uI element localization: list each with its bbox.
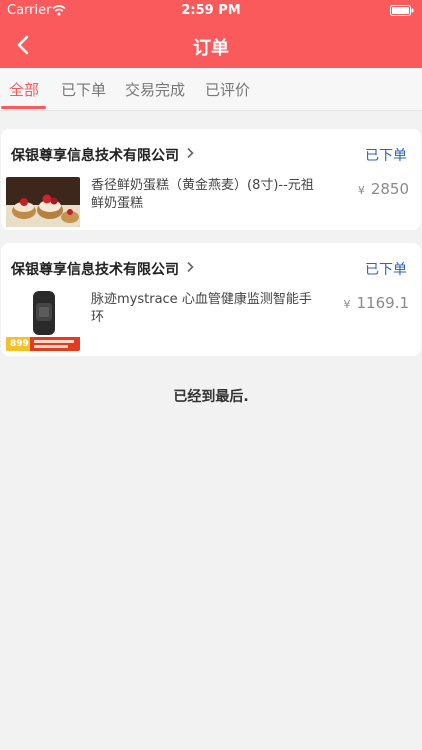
tab-all[interactable]: 全部	[9, 79, 39, 100]
order-status: 已下单	[365, 148, 407, 164]
shop-name: 保银尊享信息技术有限公司	[11, 148, 179, 164]
product-price: ¥2850	[358, 180, 409, 198]
active-tab-indicator	[1, 106, 46, 109]
tab-reviewed[interactable]: 已评价	[205, 79, 250, 100]
order-tabs: 全部 已下单 交易完成 已评价	[0, 68, 422, 111]
tab-ordered[interactable]: 已下单	[61, 79, 106, 100]
order-card[interactable]: 保银尊享信息技术有限公司 已下单 香径鲜奶蛋糕（黄金燕麦）(8寸)--元祖鲜奶蛋…	[1, 129, 421, 230]
status-bar: Carrier 2:59 PM	[0, 0, 422, 22]
app-header: Carrier 2:59 PM 订单	[0, 0, 422, 68]
battery-icon	[390, 5, 414, 16]
cake-image	[6, 177, 80, 227]
price-value: 2850	[370, 180, 409, 198]
chevron-right-icon	[187, 147, 194, 159]
tab-completed[interactable]: 交易完成	[125, 79, 185, 100]
shop-row[interactable]: 保银尊享信息技术有限公司 已下单	[1, 129, 421, 169]
product-name: 香径鲜奶蛋糕（黄金燕麦）(8寸)--元祖鲜奶蛋糕	[91, 178, 314, 211]
shop-row[interactable]: 保银尊享信息技术有限公司 已下单	[1, 243, 421, 283]
currency-symbol: ¥	[357, 184, 365, 197]
order-status: 已下单	[365, 262, 407, 278]
order-card[interactable]: 保银尊享信息技术有限公司 已下单 899 脉迹mystrace 心血管健康监测智…	[1, 243, 421, 356]
chevron-right-icon	[187, 261, 194, 273]
price-value: 1169.1	[356, 294, 410, 312]
currency-symbol: ¥	[343, 298, 351, 311]
clock: 2:59 PM	[181, 3, 241, 18]
nav-bar: 订单	[0, 22, 422, 68]
product-price: ¥1169.1	[344, 294, 410, 312]
shop-name: 保银尊享信息技术有限公司	[11, 262, 179, 278]
page-title: 订单	[193, 38, 229, 59]
end-of-list-text: 已经到最后.	[173, 389, 249, 405]
product-thumbnail[interactable]: 899	[6, 289, 80, 351]
product-name: 脉迹mystrace 心血管健康监测智能手环	[91, 292, 312, 325]
product-thumbnail[interactable]	[6, 177, 80, 227]
thumbnail-price-badge: 899	[10, 339, 29, 349]
